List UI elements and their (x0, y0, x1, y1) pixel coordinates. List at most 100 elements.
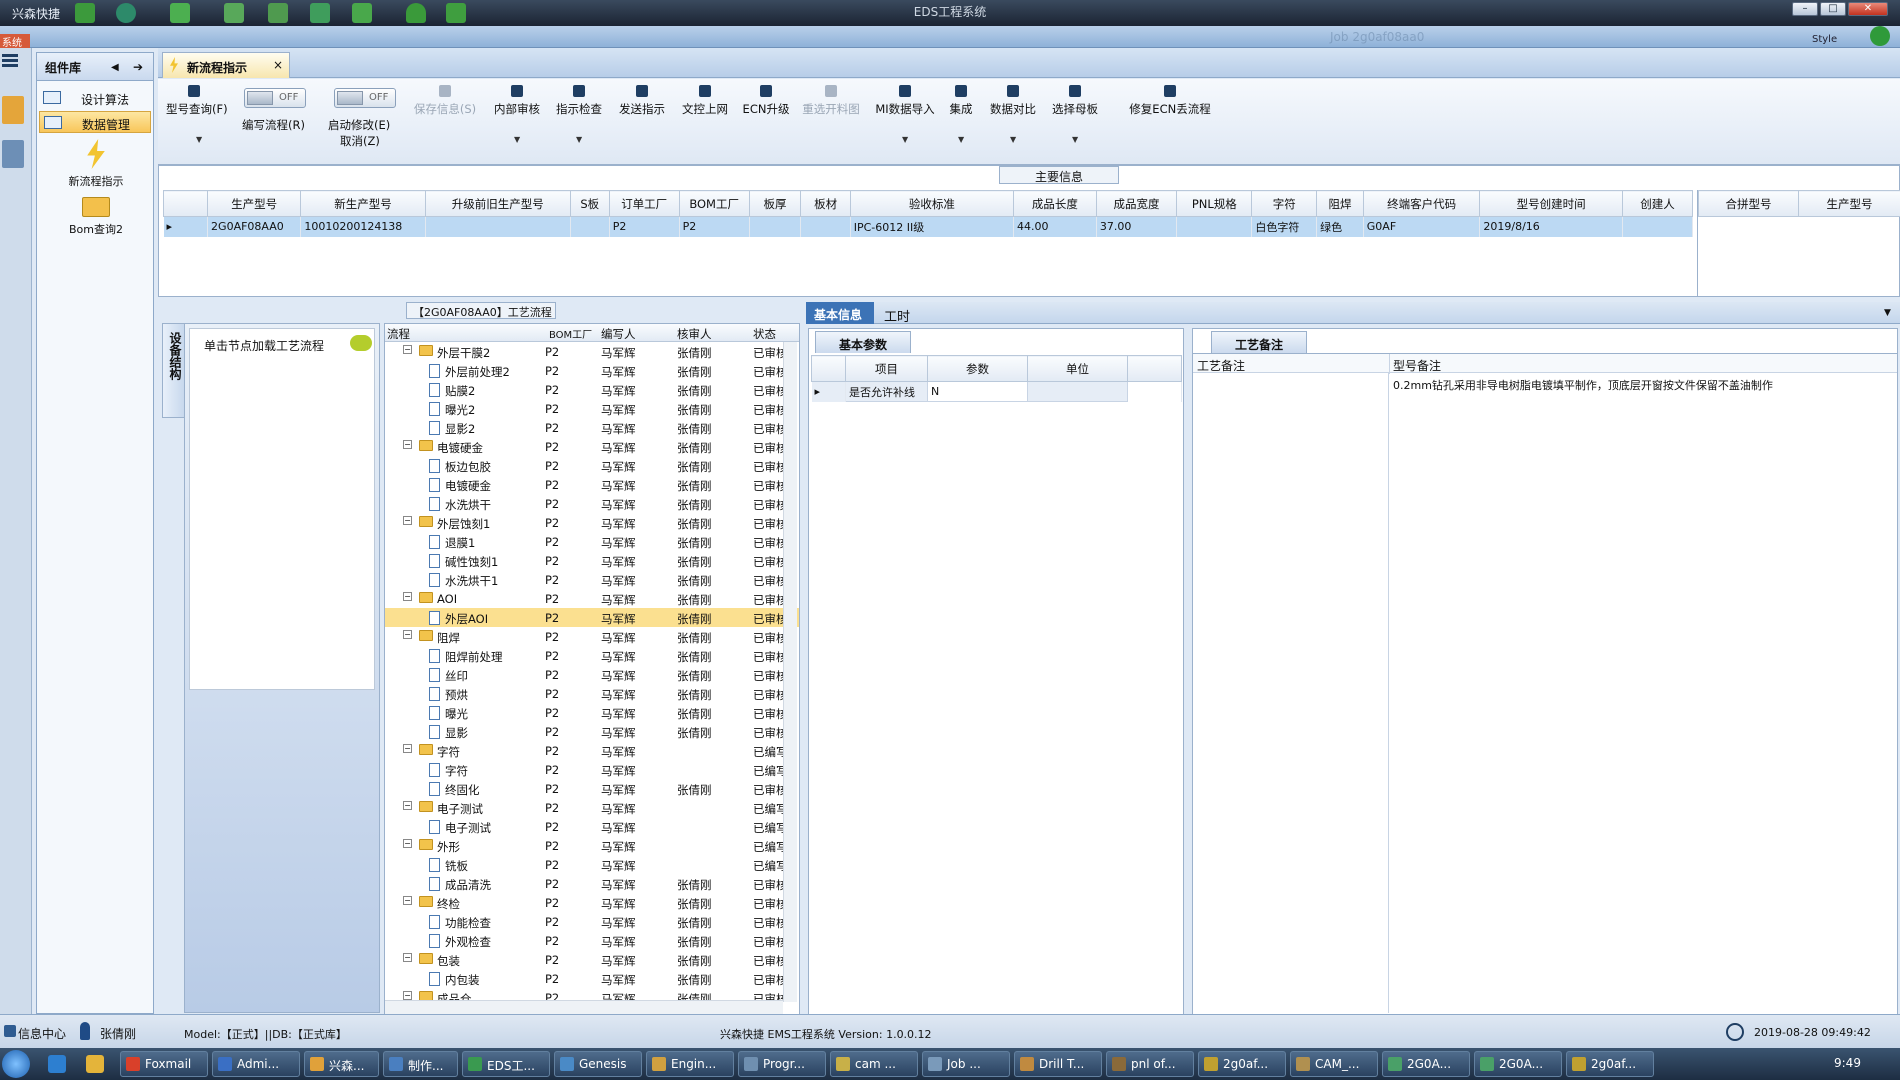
start-button[interactable] (2, 1050, 30, 1078)
data-compare-button[interactable]: 数据对比 (988, 85, 1038, 117)
process-notes-textarea[interactable] (1193, 373, 1389, 1013)
save-info-button[interactable]: 保存信息(S) (410, 85, 480, 117)
tab-basic-params[interactable]: 基本参数 (815, 331, 911, 353)
column-header[interactable]: 创建人 (1621, 190, 1694, 217)
film-icon[interactable] (268, 3, 288, 23)
grid-cell[interactable] (570, 216, 610, 237)
taskbar-item[interactable]: pnl of... (1106, 1051, 1194, 1077)
flow-tree-row[interactable]: − 电镀硬金 P2 马军辉 张倩刚 已审核 (385, 437, 799, 456)
column-header[interactable]: 生产型号 (1798, 190, 1900, 217)
chart-icon[interactable] (446, 3, 466, 23)
integrate-button[interactable]: 集成 (948, 85, 974, 117)
instruction-check-button[interactable]: 指示检查 (554, 85, 604, 117)
column-header[interactable]: 编写人 (601, 326, 636, 342)
grid-cell[interactable]: 10010200124138 (300, 216, 426, 237)
grid-cell[interactable]: P2 (609, 216, 680, 237)
flow-tree-row[interactable]: 铣板 P2 马军辉 已编写 (385, 855, 799, 874)
column-header[interactable]: 单位 (1027, 355, 1128, 382)
flow-tree-row[interactable]: 电子测试 P2 马军辉 已编写 (385, 817, 799, 836)
chevron-down-icon[interactable]: ▼ (1010, 135, 1016, 144)
param-unit-cell[interactable] (1027, 381, 1128, 402)
taskbar-item[interactable]: cam ... (830, 1051, 918, 1077)
explorer-icon[interactable] (86, 1055, 104, 1073)
chevron-down-icon[interactable]: ▼ (1884, 308, 1891, 318)
chevron-down-icon[interactable]: ▼ (514, 135, 520, 144)
column-header[interactable]: 流程 (387, 326, 410, 342)
param-name-cell[interactable]: 是否允许补线 (845, 381, 928, 402)
column-header[interactable]: 状态 (753, 326, 776, 342)
doc-control-upload-button[interactable]: 文控上网 (680, 85, 730, 117)
flow-tree-row[interactable]: 贴膜2 P2 马军辉 张倩刚 已审核 (385, 380, 799, 399)
grid-cell[interactable]: 2019/8/16 (1479, 216, 1623, 237)
taskbar-item[interactable]: 2G0A... (1474, 1051, 1562, 1077)
column-header[interactable]: 合拼型号 (1698, 190, 1799, 217)
minimize-button[interactable]: – (1792, 2, 1818, 16)
param-value-cell[interactable]: N (927, 381, 1028, 402)
taskbar-item[interactable]: 制作... (383, 1051, 458, 1077)
chevron-down-icon[interactable]: ▼ (196, 135, 202, 144)
grid-cell[interactable] (749, 216, 802, 237)
taskbar-item[interactable]: 2G0A... (1382, 1051, 1470, 1077)
column-header[interactable]: 字符 (1251, 190, 1318, 217)
flow-tree-row[interactable]: − 阻焊 P2 马军辉 张倩刚 已审核 (385, 627, 799, 646)
taskbar-item[interactable]: EDS工... (462, 1051, 550, 1077)
collapse-icon[interactable]: − (403, 839, 412, 848)
flow-tree-row[interactable]: 电镀硬金 P2 马军辉 张倩刚 已审核 (385, 475, 799, 494)
column-header[interactable]: 验收标准 (849, 190, 1014, 217)
monitor-icon[interactable] (2, 140, 24, 168)
tab-basic-info[interactable]: 基本信息 (806, 302, 874, 324)
close-button[interactable]: ✕ (1848, 2, 1888, 16)
collapse-icon[interactable]: − (403, 440, 412, 449)
column-header[interactable]: 新生产型号 (300, 190, 426, 217)
tab-work-hours[interactable]: 工时 (884, 306, 910, 325)
apps-icon[interactable] (352, 3, 372, 23)
flow-tree-row[interactable]: 内包装 P2 马军辉 张倩刚 已审核 (385, 969, 799, 988)
flow-tree-row[interactable]: 碱性蚀刻1 P2 马军辉 张倩刚 已审核 (385, 551, 799, 570)
column-header[interactable]: 成品长度 (1012, 190, 1097, 217)
flow-tree-row[interactable]: − 外形 P2 马军辉 已编写 (385, 836, 799, 855)
flow-tree-row[interactable]: − AOI P2 马军辉 张倩刚 已审核 (385, 589, 799, 608)
refresh-icon[interactable] (116, 3, 136, 23)
grid-cell[interactable]: 44.00 (1013, 216, 1097, 237)
collapse-icon[interactable]: − (403, 953, 412, 962)
column-header[interactable]: 板厚 (748, 190, 802, 217)
collapse-icon[interactable]: − (403, 592, 412, 601)
taskbar-item[interactable]: Admi... (212, 1051, 300, 1077)
style-menu[interactable]: Style (1812, 34, 1837, 45)
collapse-icon[interactable]: − (403, 345, 412, 354)
grid-cell[interactable]: P2 (679, 216, 750, 237)
fix-ecn-flow-button[interactable]: 修复ECN丢流程 (1114, 85, 1226, 117)
column-header[interactable]: 型号创建时间 (1479, 190, 1623, 217)
mi-import-button[interactable]: MI数据导入 (874, 85, 936, 117)
bom-query-tool[interactable]: Bom查询2 (41, 197, 151, 237)
chevron-down-icon[interactable]: ▼ (576, 135, 582, 144)
tab-new-flow[interactable]: 新流程指示 × (162, 52, 290, 78)
pin-icon[interactable]: ➔ (133, 60, 143, 74)
model-query-button[interactable]: 型号查询(F) (166, 85, 228, 117)
arrow-left-icon[interactable]: ◀ (111, 62, 119, 73)
write-flow-toggle[interactable]: OFF (244, 88, 306, 108)
taskbar-item[interactable]: Progr... (738, 1051, 826, 1077)
vertical-scrollbar[interactable] (783, 342, 797, 1002)
flow-tree-row[interactable]: 成品清洗 P2 马军辉 张倩刚 已审核 (385, 874, 799, 893)
column-header[interactable]: 板材 (800, 190, 851, 217)
flow-tree-row[interactable]: 预烘 P2 马军辉 张倩刚 已审核 (385, 684, 799, 703)
column-header[interactable]: 生产型号 (207, 190, 302, 217)
ecn-upgrade-button[interactable]: ECN升级 (742, 85, 790, 117)
column-header[interactable]: 参数 (927, 355, 1028, 382)
flow-tree-row[interactable]: 水洗烘干1 P2 马军辉 张倩刚 已审核 (385, 570, 799, 589)
column-header[interactable]: 项目 (845, 355, 928, 382)
column-header[interactable]: 订单工厂 (608, 190, 680, 217)
new-flow-tool[interactable]: 新流程指示 (41, 139, 151, 189)
taskbar-item[interactable]: CAM_... (1290, 1051, 1378, 1077)
taskbar-item[interactable]: Drill T... (1014, 1051, 1102, 1077)
cancel-button[interactable]: 取消(Z) (340, 133, 380, 149)
grid-cell[interactable]: 白色字符 (1251, 216, 1318, 237)
flow-tree-row[interactable]: 水洗烘干 P2 马军辉 张倩刚 已审核 (385, 494, 799, 513)
chevron-down-icon[interactable]: ▼ (1072, 135, 1078, 144)
grid-icon[interactable] (170, 3, 190, 23)
flow-tree-row[interactable]: 终固化 P2 马军辉 张倩刚 已审核 (385, 779, 799, 798)
column-header[interactable]: 成品宽度 (1095, 190, 1178, 217)
flow-tree-row[interactable]: − 包装 P2 马军辉 张倩刚 已审核 (385, 950, 799, 969)
flow-tree-row[interactable]: − 外层干膜2 P2 马军辉 张倩刚 已审核 (385, 342, 799, 361)
